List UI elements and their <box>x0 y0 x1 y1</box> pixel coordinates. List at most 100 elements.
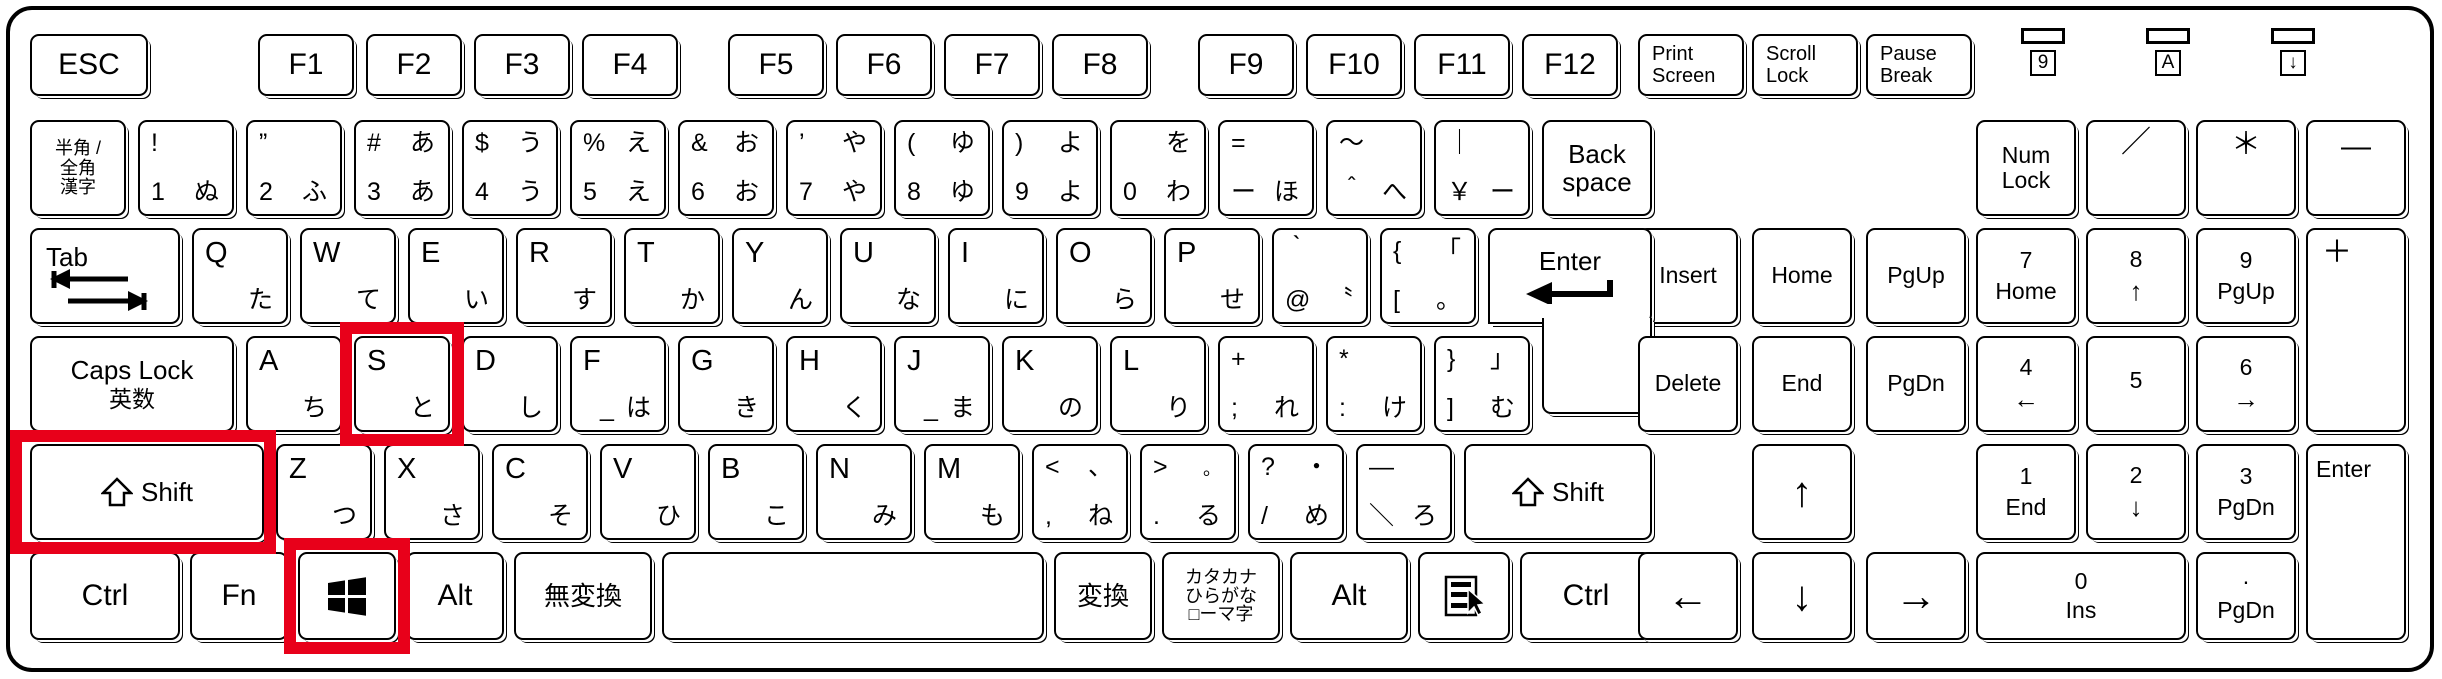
key-numpad-6[interactable]: 6 → <box>2196 336 2296 432</box>
key-tab[interactable]: Tab <box>30 228 180 324</box>
key-f1[interactable]: F1 <box>258 34 354 96</box>
key-8[interactable]: ( ゆ 8 ゆ <box>894 120 990 216</box>
key-x[interactable]: X さ <box>384 444 480 540</box>
key-left-bracket[interactable]: { 「 [ 。 <box>1380 228 1476 324</box>
key-context-menu[interactable] <box>1418 552 1510 640</box>
key-esc[interactable]: ESC <box>30 34 148 96</box>
key-minus[interactable]: = ー ほ <box>1218 120 1314 216</box>
key-e[interactable]: E い <box>408 228 504 324</box>
key-pgdn[interactable]: PgDn <box>1866 336 1966 432</box>
key-c[interactable]: C そ <box>492 444 588 540</box>
key-f3[interactable]: F3 <box>474 34 570 96</box>
key-i[interactable]: I に <box>948 228 1044 324</box>
key-end[interactable]: End <box>1752 336 1852 432</box>
key-numpad-decimal[interactable]: · PgDn <box>2196 552 2296 640</box>
key-scroll-lock[interactable]: Scroll Lock <box>1752 34 1858 96</box>
key-f10[interactable]: F10 <box>1306 34 1402 96</box>
key-delete[interactable]: Delete <box>1638 336 1738 432</box>
key-pause-break[interactable]: Pause Break <box>1866 34 1972 96</box>
key-period[interactable]: > 。 . る <box>1140 444 1236 540</box>
key-f6[interactable]: F6 <box>836 34 932 96</box>
key-alt-left[interactable]: Alt <box>406 552 504 640</box>
key-arrow-down[interactable]: ↓ <box>1752 552 1852 640</box>
key-numpad-plus[interactable]: ＋ <box>2306 228 2406 432</box>
key-right-bracket[interactable]: } 」 ] む <box>1434 336 1530 432</box>
key-f2[interactable]: F2 <box>366 34 462 96</box>
key-w[interactable]: W て <box>300 228 396 324</box>
key-home[interactable]: Home <box>1752 228 1852 324</box>
key-numpad-3[interactable]: 3 PgDn <box>2196 444 2296 540</box>
key-print-screen[interactable]: Print Screen <box>1638 34 1744 96</box>
key-5[interactable]: % え 5 え <box>570 120 666 216</box>
key-u[interactable]: U な <box>840 228 936 324</box>
key-muhenkan[interactable]: 無変換 <box>514 552 652 640</box>
key-g[interactable]: G き <box>678 336 774 432</box>
key-v[interactable]: V ひ <box>600 444 696 540</box>
key-z[interactable]: Z つ <box>276 444 372 540</box>
key-numpad-0[interactable]: 0 Ins <box>1976 552 2186 640</box>
key-caps-lock[interactable]: Caps Lock 英数 <box>30 336 234 432</box>
key-numpad-8[interactable]: 8 ↑ <box>2086 228 2186 324</box>
key-numpad-multiply[interactable]: ＊ <box>2196 120 2296 216</box>
key-numpad-9[interactable]: 9 PgUp <box>2196 228 2296 324</box>
key-insert[interactable]: Insert <box>1638 228 1738 324</box>
key-henkan[interactable]: 変換 <box>1054 552 1152 640</box>
key-caret[interactable]: ～ ＾ へ <box>1326 120 1422 216</box>
key-4[interactable]: $ う 4 う <box>462 120 558 216</box>
key-space[interactable] <box>662 552 1044 640</box>
key-numpad-7[interactable]: 7 Home <box>1976 228 2076 324</box>
key-backslash[interactable]: ― ＼ ろ <box>1356 444 1452 540</box>
key-enter[interactable]: Enter <box>1488 228 1652 324</box>
key-f12[interactable]: F12 <box>1522 34 1618 96</box>
key-9[interactable]: ) よ 9 よ <box>1002 120 1098 216</box>
key-f[interactable]: F _ は <box>570 336 666 432</box>
key-comma[interactable]: < 、 , ね <box>1032 444 1128 540</box>
key-p[interactable]: P せ <box>1164 228 1260 324</box>
key-2[interactable]: ” 2 ふ <box>246 120 342 216</box>
key-3[interactable]: # あ 3 あ <box>354 120 450 216</box>
key-h[interactable]: H く <box>786 336 882 432</box>
key-katakana-hiragana-romaji[interactable]: カタカナ ひらがな □ーマ字 <box>1162 552 1280 640</box>
key-ctrl-left[interactable]: Ctrl <box>30 552 180 640</box>
key-numpad-divide[interactable]: ／ <box>2086 120 2186 216</box>
key-shift-right[interactable]: Shift <box>1464 444 1652 540</box>
key-numpad-2[interactable]: 2 ↓ <box>2086 444 2186 540</box>
key-f8[interactable]: F8 <box>1052 34 1148 96</box>
key-r[interactable]: R す <box>516 228 612 324</box>
key-l[interactable]: L り <box>1110 336 1206 432</box>
key-f9[interactable]: F9 <box>1198 34 1294 96</box>
key-t[interactable]: T か <box>624 228 720 324</box>
key-n[interactable]: N み <box>816 444 912 540</box>
key-at[interactable]: ｀ @ 〝 <box>1272 228 1368 324</box>
key-f5[interactable]: F5 <box>728 34 824 96</box>
key-fn[interactable]: Fn <box>190 552 288 640</box>
key-arrow-left[interactable]: ← <box>1638 552 1738 640</box>
key-numpad-5[interactable]: 5 <box>2086 336 2186 432</box>
key-alt-right[interactable]: Alt <box>1290 552 1408 640</box>
key-arrow-up[interactable]: ↑ <box>1752 444 1852 540</box>
key-numpad-minus[interactable]: — <box>2306 120 2406 216</box>
key-f11[interactable]: F11 <box>1414 34 1510 96</box>
key-f7[interactable]: F7 <box>944 34 1040 96</box>
key-backspace[interactable]: Back space <box>1542 120 1652 216</box>
key-num-lock[interactable]: Num Lock <box>1976 120 2076 216</box>
key-m[interactable]: M も <box>924 444 1020 540</box>
key-6[interactable]: & お 6 お <box>678 120 774 216</box>
key-7[interactable]: ’ や 7 や <box>786 120 882 216</box>
key-ctrl-right[interactable]: Ctrl <box>1520 552 1652 640</box>
key-q[interactable]: Q た <box>192 228 288 324</box>
key-semicolon[interactable]: + ; れ <box>1218 336 1314 432</box>
key-1[interactable]: ! 1 ぬ <box>138 120 234 216</box>
key-colon[interactable]: * : け <box>1326 336 1422 432</box>
key-enter-lower[interactable] <box>1542 318 1652 414</box>
key-yen[interactable]: ｜ ￥ ー <box>1434 120 1530 216</box>
key-y[interactable]: Y ん <box>732 228 828 324</box>
key-d[interactable]: D し <box>462 336 558 432</box>
key-a[interactable]: A ち <box>246 336 342 432</box>
key-numpad-enter[interactable]: Enter <box>2306 444 2406 640</box>
key-j[interactable]: J _ ま <box>894 336 990 432</box>
key-k[interactable]: K の <box>1002 336 1098 432</box>
key-f4[interactable]: F4 <box>582 34 678 96</box>
key-arrow-right[interactable]: → <box>1866 552 1966 640</box>
key-hankaku-zenkaku[interactable]: 半角 / 全角 漢字 <box>30 120 126 216</box>
